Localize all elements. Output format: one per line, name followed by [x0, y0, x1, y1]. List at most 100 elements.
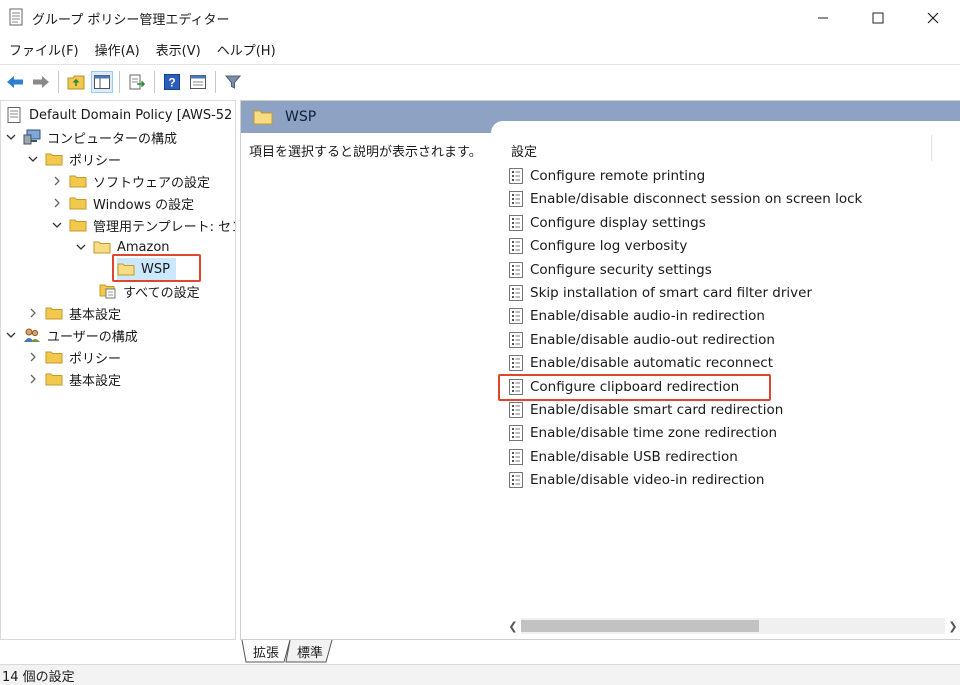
- setting-row[interactable]: Enable/disable automatic reconnect: [509, 352, 773, 374]
- gpo-editor-app-icon: [8, 8, 24, 26]
- setting-label: Configure security settings: [530, 261, 712, 278]
- tree-item-label: コンピューターの構成: [47, 131, 178, 147]
- setting-row[interactable]: Enable/disable audio-in redirection: [509, 305, 765, 327]
- tree-item-all-settings[interactable]: すべての設定: [99, 280, 200, 302]
- policy-setting-icon: [509, 472, 523, 489]
- chevron-right-icon[interactable]: [51, 175, 63, 187]
- setting-row[interactable]: Enable/disable disconnect session on scr…: [509, 188, 862, 210]
- window-title: グループ ポリシー管理エディター: [32, 13, 230, 28]
- policy-setting-icon: [509, 285, 523, 301]
- tree-item-label: Default Domain Policy [AWS-52: [29, 107, 233, 123]
- clipboard-highlight-box: [498, 374, 771, 401]
- minimize-button[interactable]: [800, 0, 846, 36]
- folder-icon: [253, 109, 273, 125]
- show-hide-tree-icon[interactable]: [91, 70, 113, 93]
- filter-icon[interactable]: [222, 71, 244, 93]
- setting-label: Skip installation of smart card filter d…: [530, 285, 813, 301]
- chevron-down-icon[interactable]: [27, 153, 39, 165]
- scroll-left-icon[interactable]: ❮: [505, 618, 521, 634]
- back-arrow-icon[interactable]: [4, 71, 26, 93]
- folder-icon: [45, 349, 63, 365]
- setting-label: Enable/disable audio-in redirection: [530, 308, 765, 325]
- console-tree: Default Domain Policy [AWS-52 コンピューターの構成…: [0, 100, 236, 640]
- wsp-highlight-box: [112, 254, 201, 282]
- setting-row[interactable]: Enable/disable USB redirection: [509, 446, 738, 468]
- scroll-thumb[interactable]: [521, 620, 759, 632]
- setting-label: Enable/disable audio-out redirection: [530, 331, 775, 348]
- setting-row[interactable]: Enable/disable time zone redirection: [509, 422, 777, 444]
- setting-row[interactable]: Skip installation of smart card filter d…: [509, 282, 812, 304]
- settings-horizontal-scrollbar[interactable]: ❮ ❯: [505, 617, 960, 635]
- tree-item-windows-settings[interactable]: Windows の設定: [51, 192, 194, 214]
- forward-arrow-icon[interactable]: [30, 71, 52, 93]
- tab-extended[interactable]: 拡張: [248, 640, 284, 662]
- policy-document-icon: [5, 107, 23, 123]
- setting-row[interactable]: Configure log verbosity: [509, 235, 687, 257]
- setting-label: Enable/disable USB redirection: [530, 448, 738, 465]
- tree-item-basic-settings[interactable]: 基本設定: [27, 302, 121, 324]
- setting-label: Enable/disable time zone redirection: [530, 425, 778, 442]
- details-header-title: WSP: [285, 109, 317, 125]
- maximize-button[interactable]: [855, 0, 901, 36]
- menu-view[interactable]: 表示(V): [151, 38, 206, 61]
- tree-item-user-policy[interactable]: ポリシー: [27, 346, 121, 368]
- setting-row[interactable]: Enable/disable audio-out redirection: [509, 329, 775, 351]
- export-list-icon[interactable]: [126, 71, 148, 93]
- setting-row[interactable]: Configure security settings: [509, 259, 712, 281]
- folder-open-icon: [93, 239, 111, 255]
- menu-bar: ファイル(F) 操作(A) 表示(V) ヘルプ(H): [0, 36, 960, 62]
- setting-row[interactable]: Configure remote printing: [509, 165, 705, 187]
- properties-view-icon[interactable]: [187, 71, 209, 93]
- up-folder-icon[interactable]: [65, 71, 87, 93]
- tree-item-label: 基本設定: [69, 373, 122, 389]
- setting-row[interactable]: Enable/disable video-in redirection: [509, 469, 764, 491]
- chevron-down-icon[interactable]: [51, 219, 63, 231]
- close-button[interactable]: [910, 0, 956, 36]
- tree-item-default-domain-policy[interactable]: Default Domain Policy [AWS-52: [5, 104, 232, 126]
- tree-horizontal-scrollbar[interactable]: ❮ ❯: [1, 639, 235, 640]
- status-bar: 14 個の設定: [0, 664, 960, 685]
- tab-standard[interactable]: 標準: [292, 640, 328, 662]
- chevron-right-icon[interactable]: [27, 373, 39, 385]
- setting-label: Enable/disable automatic reconnect: [530, 355, 774, 372]
- toolbar-separator: [119, 70, 120, 93]
- tree-item-label: Amazon: [117, 239, 170, 255]
- chevron-down-icon[interactable]: [5, 329, 17, 341]
- folder-icon: [45, 151, 63, 167]
- chevron-down-icon[interactable]: [5, 131, 17, 143]
- scroll-track[interactable]: [521, 618, 945, 634]
- tree-item-label: 管理用テンプレート: セン: [93, 219, 236, 235]
- help-icon[interactable]: ?: [161, 71, 183, 93]
- tree-item-user-basic-settings[interactable]: 基本設定: [27, 368, 121, 390]
- chevron-right-icon[interactable]: [27, 351, 39, 363]
- setting-label: Configure log verbosity: [530, 238, 688, 255]
- users-icon: [23, 327, 41, 343]
- menu-file[interactable]: ファイル(F): [4, 38, 84, 61]
- tree-item-admin-templates[interactable]: 管理用テンプレート: セン: [51, 214, 236, 236]
- tree-item-label: すべての設定: [123, 285, 200, 301]
- tree-item-software-settings[interactable]: ソフトウェアの設定: [51, 170, 210, 192]
- setting-row[interactable]: Enable/disable smart card redirection: [509, 399, 783, 421]
- chevron-right-icon[interactable]: [27, 307, 39, 319]
- toolbar-separator: [215, 70, 216, 93]
- title-bar: グループ ポリシー管理エディター: [0, 0, 960, 36]
- tree-item-label: ポリシー: [69, 153, 122, 169]
- setting-label: Enable/disable video-in redirection: [530, 472, 765, 489]
- tree-item-policy[interactable]: ポリシー: [27, 148, 121, 170]
- chevron-down-icon[interactable]: [75, 241, 87, 253]
- column-separator: [931, 135, 932, 161]
- setting-label: Configure display settings: [530, 214, 706, 231]
- policy-setting-icon: [509, 425, 523, 442]
- setting-label: Configure remote printing: [530, 168, 706, 184]
- chevron-right-icon[interactable]: [51, 197, 63, 209]
- scroll-right-icon[interactable]: ❯: [945, 618, 960, 634]
- folder-icon: [69, 173, 87, 189]
- setting-row[interactable]: Configure display settings: [509, 212, 706, 234]
- menu-help[interactable]: ヘルプ(H): [212, 38, 281, 61]
- menu-action[interactable]: 操作(A): [90, 38, 145, 61]
- policy-setting-icon: [509, 261, 523, 278]
- policy-setting-icon: [509, 214, 523, 231]
- column-header-setting[interactable]: 設定: [511, 141, 537, 160]
- tree-item-computer-config[interactable]: コンピューターの構成: [5, 126, 177, 148]
- tree-item-user-config[interactable]: ユーザーの構成: [5, 324, 138, 346]
